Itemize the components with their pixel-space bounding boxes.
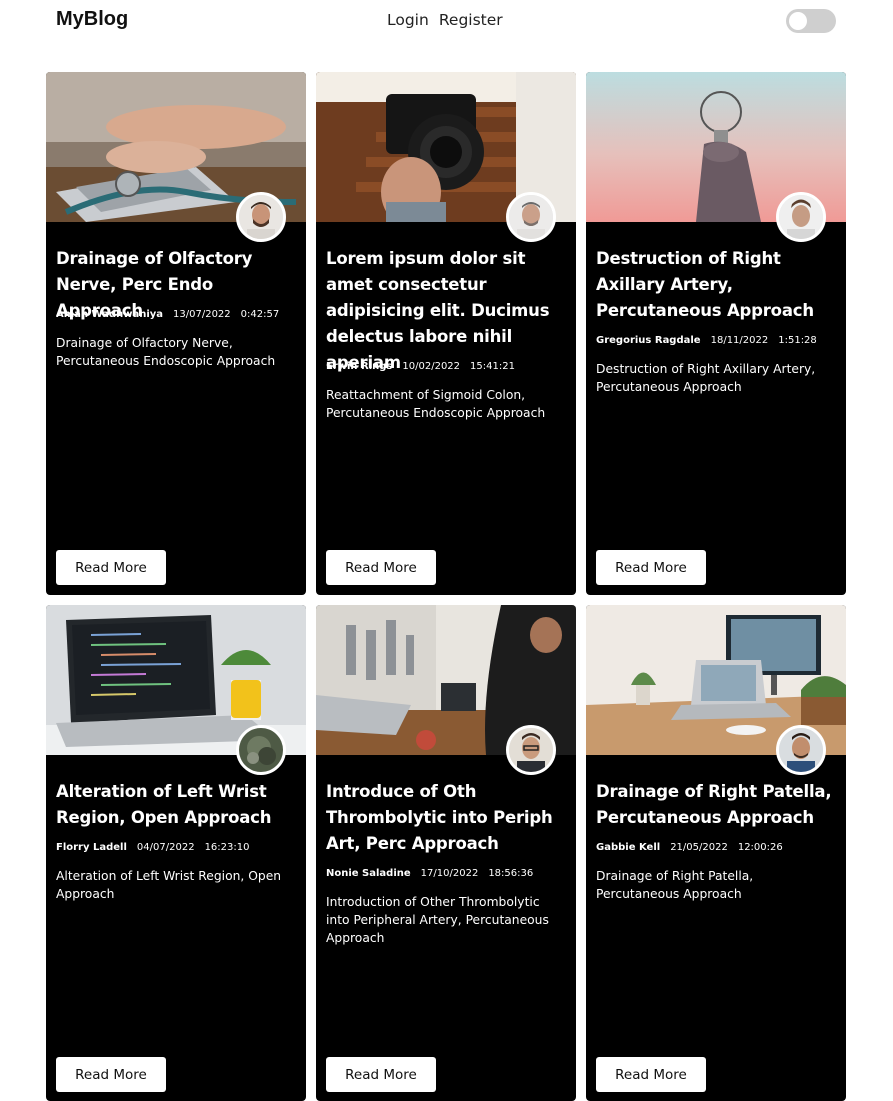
blog-card: Drainage of Right Patella, Percutaneous … [586, 605, 846, 1101]
card-meta: Gabbie Kell 21/05/2022 12:00:26 [596, 842, 783, 853]
post-date: 17/10/2022 [420, 868, 479, 879]
card-description: Drainage of Olfactory Nerve, Percutaneou… [56, 336, 276, 368]
card-meta: Gregorius Ragdale 18/11/2022 1:51:28 [596, 335, 817, 346]
card-meta: Erwin Rings 10/02/2022 15:41:21 [326, 361, 515, 372]
card-meta: Aman Wadhwaniya 13/07/2022 0:42:57 [56, 309, 279, 320]
blog-card: Introduce of Oth Thrombolytic into Perip… [316, 605, 576, 1101]
nav-links: Login Register [387, 11, 503, 29]
author-name: Gabbie Kell [596, 842, 661, 853]
toggle-knob [789, 12, 807, 30]
blog-card: Destruction of Right Axillary Artery, Pe… [586, 72, 846, 595]
card-title[interactable]: Introduce of Oth Thrombolytic into Perip… [326, 779, 570, 857]
card-meta: Nonie Saladine 17/10/2022 18:56:36 [326, 868, 533, 879]
read-more-button[interactable]: Read More [56, 1057, 166, 1092]
read-more-button[interactable]: Read More [596, 550, 706, 585]
card-title[interactable]: Lorem ipsum dolor sit amet consectetur a… [326, 246, 570, 376]
brand-logo[interactable]: MyBlog [56, 8, 128, 31]
author-avatar[interactable] [236, 725, 286, 775]
post-time: 1:51:28 [778, 335, 817, 346]
author-name: Erwin Rings [326, 361, 393, 372]
register-link[interactable]: Register [439, 11, 503, 29]
post-time: 0:42:57 [240, 309, 280, 320]
read-more-button[interactable]: Read More [326, 1057, 436, 1092]
author-name: Gregorius Ragdale [596, 335, 701, 346]
post-date: 18/11/2022 [710, 335, 769, 346]
card-description: Destruction of Right Axillary Artery, Pe… [596, 362, 816, 394]
read-more-button[interactable]: Read More [596, 1057, 706, 1092]
login-link[interactable]: Login [387, 11, 429, 29]
card-description: Drainage of Right Patella, Percutaneous … [596, 869, 754, 901]
author-avatar[interactable] [506, 192, 556, 242]
post-date: 13/07/2022 [173, 309, 231, 320]
author-name: Aman Wadhwaniya [56, 309, 164, 320]
post-time: 12:00:26 [737, 842, 783, 853]
card-description: Alteration of Left Wrist Region, Open Ap… [56, 869, 282, 901]
post-time: 18:56:36 [488, 868, 534, 879]
blog-card: Drainage of Olfactory Nerve, Perc Endo A… [46, 72, 306, 595]
card-meta: Florry Ladell 04/07/2022 16:23:10 [56, 842, 249, 853]
post-time: 15:41:21 [470, 361, 515, 372]
blog-card: Alteration of Left Wrist Region, Open Ap… [46, 605, 306, 1101]
post-date: 21/05/2022 [670, 842, 728, 853]
card-description: Reattachment of Sigmoid Colon, Percutane… [326, 388, 546, 420]
card-title[interactable]: Alteration of Left Wrist Region, Open Ap… [56, 779, 300, 831]
read-more-button[interactable]: Read More [326, 550, 436, 585]
author-avatar[interactable] [236, 192, 286, 242]
post-time: 16:23:10 [204, 842, 250, 853]
card-title[interactable]: Drainage of Right Patella, Percutaneous … [596, 779, 840, 831]
theme-toggle[interactable] [786, 9, 836, 33]
author-avatar[interactable] [506, 725, 556, 775]
post-date: 10/02/2022 [402, 361, 461, 372]
blog-card: Lorem ipsum dolor sit amet consectetur a… [316, 72, 576, 595]
author-avatar[interactable] [776, 192, 826, 242]
top-navbar: MyBlog Login Register [0, 0, 893, 42]
read-more-button[interactable]: Read More [56, 550, 166, 585]
card-title[interactable]: Destruction of Right Axillary Artery, Pe… [596, 246, 840, 324]
post-date: 04/07/2022 [136, 842, 195, 853]
author-name: Nonie Saladine [326, 868, 411, 879]
author-avatar[interactable] [776, 725, 826, 775]
author-name: Florry Ladell [56, 842, 127, 853]
card-description: Introduction of Other Thrombolytic into … [326, 895, 549, 945]
